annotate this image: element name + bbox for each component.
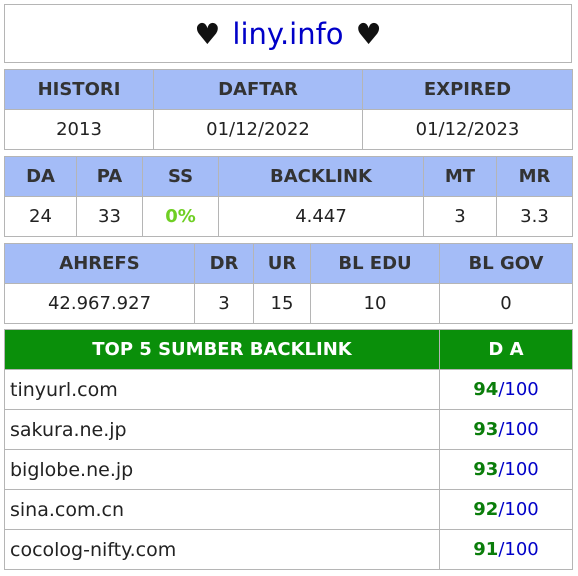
backlink-site: biglobe.ne.jp (4, 449, 440, 490)
header-top-source: TOP 5 SUMBER BACKLINK (4, 329, 440, 370)
da-max: 100 (504, 379, 539, 400)
ahrefs-section: AHREFS DR UR BL EDU BL GOV 42.967.927 3 … (4, 243, 573, 324)
value-histori: 2013 (4, 109, 154, 150)
header-top-da: D A (439, 329, 573, 370)
header-ss: SS (142, 156, 219, 197)
header-pa: PA (76, 156, 143, 197)
value-dr: 3 (194, 283, 254, 324)
title-box: ♥ liny.info ♥ (4, 4, 572, 63)
backlink-da: 93/100 (439, 449, 573, 490)
top-backlinks-header-row: TOP 5 SUMBER BACKLINK D A (4, 329, 573, 370)
header-daftar: DAFTAR (153, 69, 363, 110)
da-max: 100 (504, 539, 539, 560)
domain-title: liny.info (232, 16, 344, 51)
backlink-site: cocolog-nifty.com (4, 529, 440, 570)
value-bl-gov: 0 (439, 283, 573, 324)
header-histori: HISTORI (4, 69, 154, 110)
da-score: 91 (473, 539, 499, 560)
value-bl-edu: 10 (310, 283, 440, 324)
da-score: 94 (473, 379, 499, 400)
registration-table: HISTORI DAFTAR EXPIRED 2013 01/12/2022 0… (4, 69, 573, 150)
registration-value-row: 2013 01/12/2022 01/12/2023 (4, 109, 573, 150)
value-mt: 3 (423, 196, 497, 237)
header-expired: EXPIRED (362, 69, 573, 110)
header-ur: UR (253, 243, 311, 284)
backlink-site: sina.com.cn (4, 489, 440, 530)
ahrefs-table: AHREFS DR UR BL EDU BL GOV 42.967.927 3 … (4, 243, 573, 324)
heart-right-icon: ♥ (355, 16, 382, 51)
header-dr: DR (194, 243, 254, 284)
table-row: sakura.ne.jp 93/100 (4, 409, 573, 450)
value-daftar: 01/12/2022 (153, 109, 363, 150)
table-row: sina.com.cn 92/100 (4, 489, 573, 530)
value-backlink: 4.447 (218, 196, 424, 237)
da-score: 93 (473, 459, 499, 480)
top-backlinks-table: TOP 5 SUMBER BACKLINK D A tinyurl.com 94… (4, 329, 573, 570)
header-mr: MR (496, 156, 573, 197)
metrics-section: DA PA SS BACKLINK MT MR 24 33 0% 4.447 3… (4, 156, 573, 237)
ahrefs-value-row: 42.967.927 3 15 10 0 (4, 283, 573, 324)
header-da: DA (4, 156, 77, 197)
da-score: 93 (473, 419, 499, 440)
backlink-da: 91/100 (439, 529, 573, 570)
top-backlinks-section: TOP 5 SUMBER BACKLINK D A tinyurl.com 94… (4, 329, 573, 570)
da-score: 92 (473, 499, 499, 520)
header-bl-edu: BL EDU (310, 243, 440, 284)
metrics-header-row: DA PA SS BACKLINK MT MR (4, 156, 573, 197)
table-row: biglobe.ne.jp 93/100 (4, 449, 573, 490)
header-mt: MT (423, 156, 497, 197)
da-max: 100 (504, 499, 539, 520)
registration-header-row: HISTORI DAFTAR EXPIRED (4, 69, 573, 110)
da-max: 100 (504, 459, 539, 480)
value-ss: 0% (142, 196, 219, 237)
table-row: tinyurl.com 94/100 (4, 369, 573, 410)
header-bl-gov: BL GOV (439, 243, 573, 284)
value-da: 24 (4, 196, 77, 237)
backlink-site: tinyurl.com (4, 369, 440, 410)
table-row: cocolog-nifty.com 91/100 (4, 529, 573, 570)
value-ur: 15 (253, 283, 311, 324)
heart-left-icon: ♥ (194, 16, 221, 51)
value-ahrefs: 42.967.927 (4, 283, 195, 324)
metrics-table: DA PA SS BACKLINK MT MR 24 33 0% 4.447 3… (4, 156, 573, 237)
header-backlink: BACKLINK (218, 156, 424, 197)
registration-section: HISTORI DAFTAR EXPIRED 2013 01/12/2022 0… (4, 69, 573, 150)
backlink-site: sakura.ne.jp (4, 409, 440, 450)
value-pa: 33 (76, 196, 143, 237)
da-max: 100 (504, 419, 539, 440)
header-ahrefs: AHREFS (4, 243, 195, 284)
metrics-value-row: 24 33 0% 4.447 3 3.3 (4, 196, 573, 237)
value-mr: 3.3 (496, 196, 573, 237)
value-expired: 01/12/2023 (362, 109, 573, 150)
backlink-da: 92/100 (439, 489, 573, 530)
ahrefs-header-row: AHREFS DR UR BL EDU BL GOV (4, 243, 573, 284)
backlink-da: 93/100 (439, 409, 573, 450)
backlink-da: 94/100 (439, 369, 573, 410)
